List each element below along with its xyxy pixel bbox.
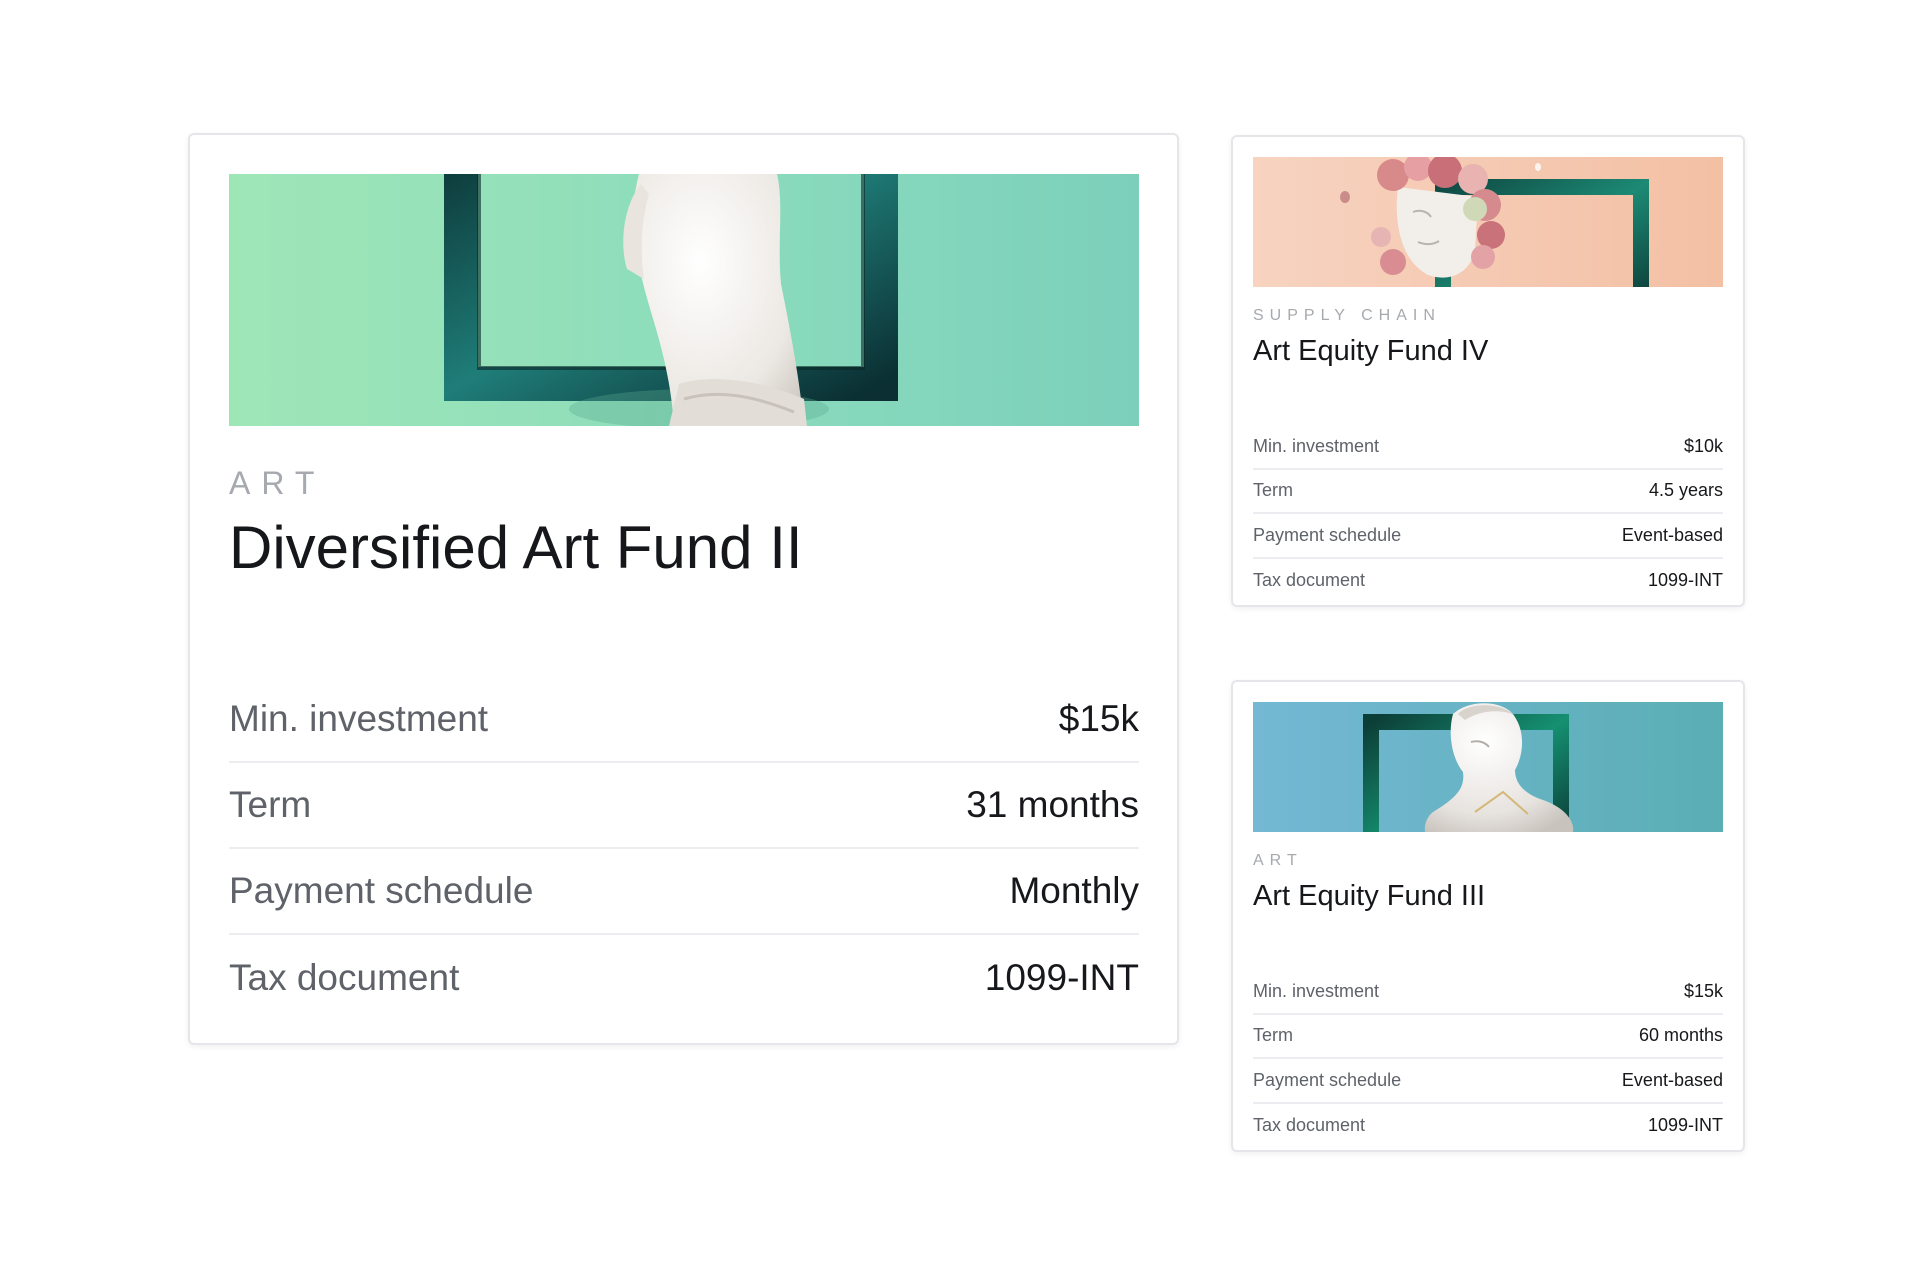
detail-label: Min. investment: [1253, 980, 1380, 1001]
detail-row-payment-schedule: Payment schedule Event-based: [1253, 514, 1723, 559]
detail-row-term: Term 4.5 years: [1253, 470, 1723, 514]
detail-value: 4.5 years: [1648, 480, 1723, 501]
torso-statue-in-frame-image: [229, 174, 1139, 426]
fund-details-table: Min. investment $10k Term 4.5 years Paym…: [1253, 425, 1723, 603]
detail-row-min-investment: Min. investment $10k: [1253, 425, 1723, 470]
detail-value: $15k: [1058, 698, 1139, 739]
detail-label: Payment schedule: [229, 870, 534, 911]
detail-value: 31 months: [966, 784, 1139, 825]
fund-details-table: Min. investment $15k Term 31 months Paym…: [229, 677, 1139, 1021]
detail-value: $10k: [1683, 435, 1723, 456]
detail-label: Payment schedule: [1253, 524, 1402, 545]
category-label: SUPPLY CHAIN: [1253, 307, 1441, 324]
detail-value: Event-based: [1621, 524, 1723, 545]
fund-details-table: Min. investment $15k Term 60 months Paym…: [1253, 970, 1723, 1148]
detail-row-tax-document: Tax document 1099-INT: [1253, 1104, 1723, 1149]
detail-row-term: Term 60 months: [1253, 1015, 1723, 1059]
detail-row-min-investment: Min. investment $15k: [229, 677, 1139, 763]
fund-title: Diversified Art Fund II: [229, 514, 803, 581]
detail-label: Min. investment: [1253, 435, 1380, 456]
detail-value: 1099-INT: [1647, 1115, 1723, 1136]
detail-row-tax-document: Tax document 1099-INT: [229, 935, 1139, 1021]
bust-statue-in-frame-image: [1253, 702, 1723, 832]
detail-value: Monthly: [1009, 870, 1139, 911]
detail-row-term: Term 31 months: [229, 763, 1139, 849]
detail-label: Min. investment: [229, 698, 489, 739]
flower-bust-in-frame-image: [1253, 157, 1723, 287]
detail-row-payment-schedule: Payment schedule Monthly: [229, 849, 1139, 935]
detail-label: Term: [1253, 1025, 1293, 1046]
detail-label: Term: [1253, 480, 1293, 501]
detail-row-min-investment: Min. investment $15k: [1253, 970, 1723, 1015]
detail-value: 1099-INT: [984, 957, 1139, 998]
detail-value: $15k: [1683, 980, 1723, 1001]
fund-card-diversified-art-fund-ii[interactable]: ART Diversified Art Fund II Min. investm…: [188, 133, 1179, 1045]
detail-row-payment-schedule: Payment schedule Event-based: [1253, 1059, 1723, 1104]
fund-title: Art Equity Fund III: [1253, 880, 1486, 912]
detail-row-tax-document: Tax document 1099-INT: [1253, 559, 1723, 604]
fund-card-art-equity-fund-iv[interactable]: SUPPLY CHAIN Art Equity Fund IV Min. inv…: [1231, 135, 1745, 607]
category-label: ART: [229, 465, 326, 501]
detail-value: 1099-INT: [1647, 570, 1723, 591]
detail-value: 60 months: [1638, 1025, 1723, 1046]
detail-label: Tax document: [1253, 570, 1366, 591]
detail-label: Tax document: [229, 957, 460, 998]
category-label: ART: [1253, 852, 1303, 869]
detail-value: Event-based: [1621, 1069, 1723, 1090]
fund-card-art-equity-fund-iii[interactable]: ART Art Equity Fund III Min. investment …: [1231, 680, 1745, 1152]
detail-label: Term: [229, 784, 312, 825]
detail-label: Payment schedule: [1253, 1069, 1402, 1090]
detail-label: Tax document: [1253, 1115, 1366, 1136]
fund-title: Art Equity Fund IV: [1253, 335, 1489, 367]
